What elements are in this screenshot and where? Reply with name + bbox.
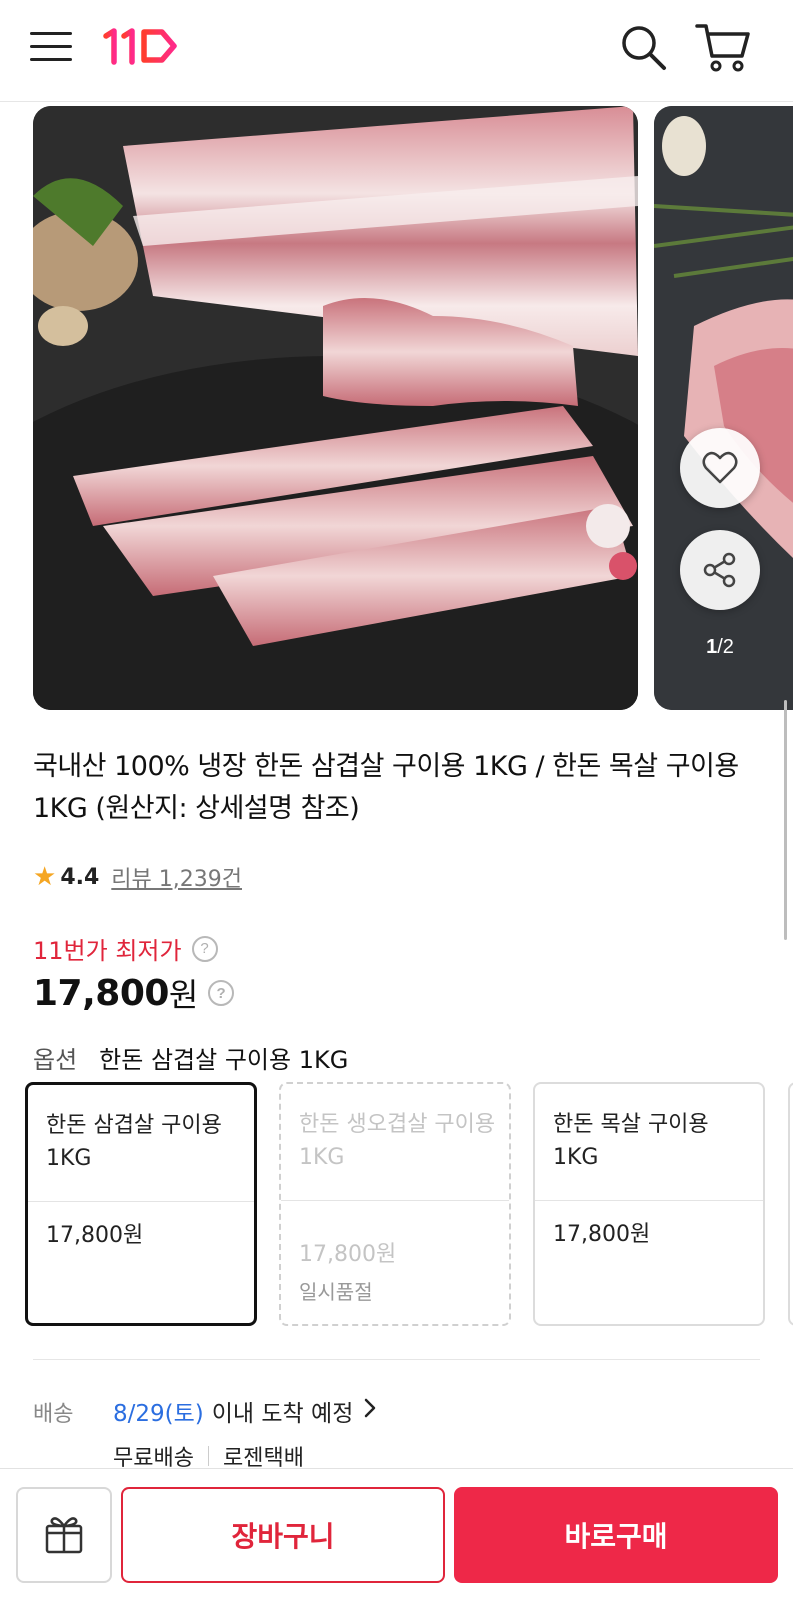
- lowest-price-label: 11번가 최저가 ?: [33, 931, 218, 966]
- rating-score: 4.4: [60, 864, 100, 890]
- shipping-separator: [207, 1446, 209, 1466]
- bottom-action-bar: 장바구니 바로구매: [0, 1468, 793, 1600]
- page-scrollbar[interactable]: [784, 700, 787, 940]
- rating-row[interactable]: ★ 4.4 리뷰 1,239건: [33, 862, 242, 892]
- shipping-label: 배송: [33, 1402, 74, 1427]
- gift-icon: [42, 1511, 86, 1559]
- shipping-date-link[interactable]: 8/29(토) 이내 도착 예정: [113, 1394, 377, 1428]
- price-help-icon[interactable]: ?: [207, 980, 234, 1006]
- lowest-price-text: 11번가 최저가: [33, 937, 182, 965]
- soldout-status: 일시품절: [299, 1280, 373, 1304]
- search-icon[interactable]: [618, 22, 670, 74]
- product-title: 국내산 100% 냉장 한돈 삼겹살 구이용 1KG / 한돈 목살 구이용 1…: [33, 751, 739, 824]
- star-icon: ★: [33, 862, 57, 892]
- delivery-date-suffix: 이내 도착 예정: [211, 1401, 354, 1427]
- top-header: [0, 0, 793, 102]
- option-card-soldout[interactable]: 한돈 생오겹살 구이용 1KG 17,800원 일시품절: [279, 1082, 511, 1326]
- buy-now-button[interactable]: 바로구매: [454, 1487, 778, 1583]
- heart-icon[interactable]: [680, 428, 760, 508]
- option-card[interactable]: 한돈 목살 구이용 1KG 17,800원: [533, 1082, 765, 1326]
- product-image-main[interactable]: [33, 106, 638, 710]
- delivery-date: 8/29(토): [113, 1401, 204, 1427]
- option-card-selected[interactable]: 한돈 삼겹살 구이용 1KG 17,800원: [25, 1082, 257, 1326]
- hamburger-menu-icon[interactable]: [30, 26, 74, 66]
- share-icon[interactable]: [680, 530, 760, 610]
- price-unit: 원: [168, 976, 198, 1014]
- product-image-next[interactable]: [654, 106, 793, 710]
- option-price: 17,800원: [46, 1223, 144, 1248]
- option-name: 한돈 목살 구이용 1KG: [553, 1112, 709, 1170]
- product-price: 17,800 원 ?: [33, 970, 234, 1016]
- option-divider: [535, 1200, 763, 1201]
- option-price: 17,800원: [553, 1222, 651, 1247]
- price-amount: 17,800: [33, 972, 169, 1014]
- option-divider: [28, 1201, 254, 1202]
- option-label: 옵션: [33, 1046, 78, 1074]
- option-name: 한돈 생오겹살 구이용 1KG: [299, 1112, 496, 1170]
- cart-icon[interactable]: [694, 20, 752, 76]
- option-card-partial[interactable]: [788, 1082, 793, 1326]
- section-divider: [33, 1359, 760, 1360]
- add-to-cart-button[interactable]: 장바구니: [121, 1487, 445, 1583]
- pager-current: 1: [706, 636, 718, 658]
- option-name: 한돈 삼겹살 구이용 1KG: [46, 1113, 222, 1171]
- gift-button[interactable]: [16, 1487, 112, 1583]
- chevron-right-icon: [363, 1397, 377, 1425]
- option-selected: 한돈 삼겹살 구이용 1KG: [99, 1046, 349, 1074]
- option-row: 옵션 한돈 삼겹살 구이용 1KG: [33, 1040, 348, 1075]
- image-pager: 1/2: [690, 636, 750, 659]
- review-count-link[interactable]: 리뷰 1,239건: [111, 861, 242, 893]
- option-price: 17,800원: [299, 1242, 397, 1267]
- eleven-street-logo[interactable]: [102, 24, 182, 68]
- pager-total: 2: [722, 636, 734, 658]
- product-image-carousel[interactable]: 1/2: [0, 104, 793, 712]
- option-divider: [281, 1200, 509, 1201]
- help-icon[interactable]: ?: [191, 935, 218, 962]
